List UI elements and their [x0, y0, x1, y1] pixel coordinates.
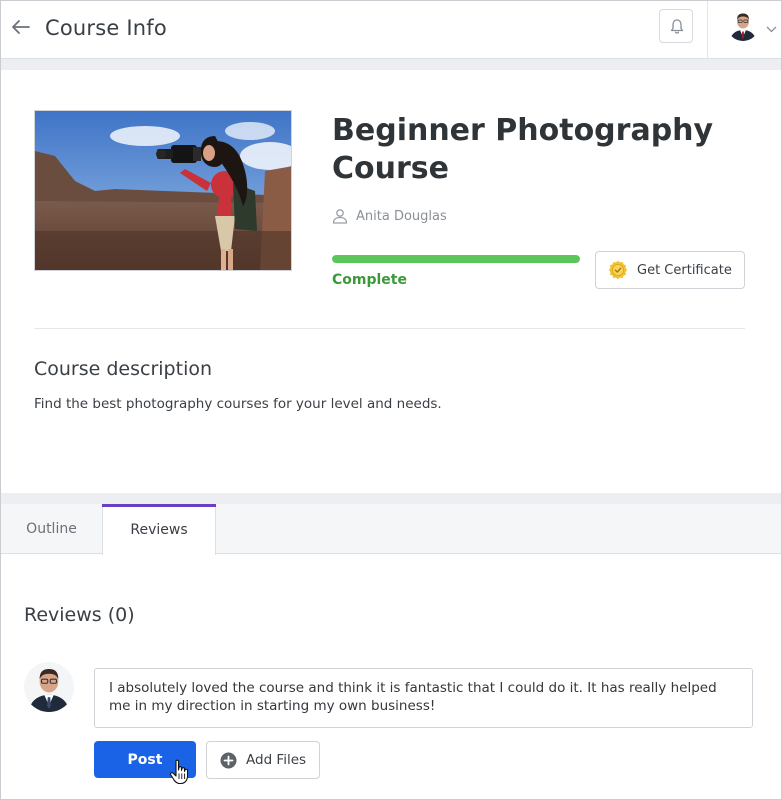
app-window: Course Info Beginner Photography Course … — [0, 0, 782, 800]
course-title: Beginner Photography Course — [332, 113, 714, 186]
tab-outline[interactable]: Outline — [1, 504, 102, 554]
add-files-button[interactable]: Add Files — [206, 741, 320, 779]
divider — [34, 328, 745, 329]
bell-icon — [670, 19, 684, 34]
description-text: Find the best photography courses for yo… — [34, 396, 442, 412]
instructor: Anita Douglas — [332, 206, 447, 226]
course-card: Beginner Photography Course Anita Dougla… — [1, 70, 781, 493]
progress-bar — [332, 255, 580, 263]
active-tab-indicator — [102, 504, 216, 507]
user-avatar[interactable] — [727, 9, 759, 41]
tab-reviews[interactable]: Reviews — [102, 504, 216, 555]
reviewer-avatar — [24, 662, 74, 712]
get-certificate-button[interactable]: Get Certificate — [595, 251, 745, 289]
section-gap — [1, 59, 781, 70]
instructor-name: Anita Douglas — [356, 208, 447, 224]
progress-fill — [332, 255, 580, 263]
get-certificate-label: Get Certificate — [637, 262, 732, 278]
page-title: Course Info — [45, 16, 167, 40]
status-badge: Complete — [332, 272, 407, 288]
tab-bar: Outline Reviews — [1, 504, 781, 555]
section-gap — [1, 493, 781, 504]
arrow-left-icon[interactable] — [9, 15, 33, 39]
add-files-label: Add Files — [246, 752, 307, 768]
description-heading: Course description — [34, 358, 213, 380]
review-textarea[interactable]: I absolutely loved the course and think … — [94, 668, 753, 728]
reviews-heading: Reviews (0) — [24, 604, 135, 626]
notifications-button[interactable] — [659, 9, 693, 43]
hand-cursor-icon — [169, 759, 191, 789]
plus-circle-icon — [220, 752, 237, 768]
top-header: Course Info — [1, 1, 781, 59]
course-hero-image — [34, 110, 292, 271]
certificate-badge-icon — [608, 260, 628, 280]
user-icon — [332, 209, 348, 224]
header-divider — [707, 1, 708, 59]
chevron-down-icon[interactable] — [766, 18, 777, 37]
